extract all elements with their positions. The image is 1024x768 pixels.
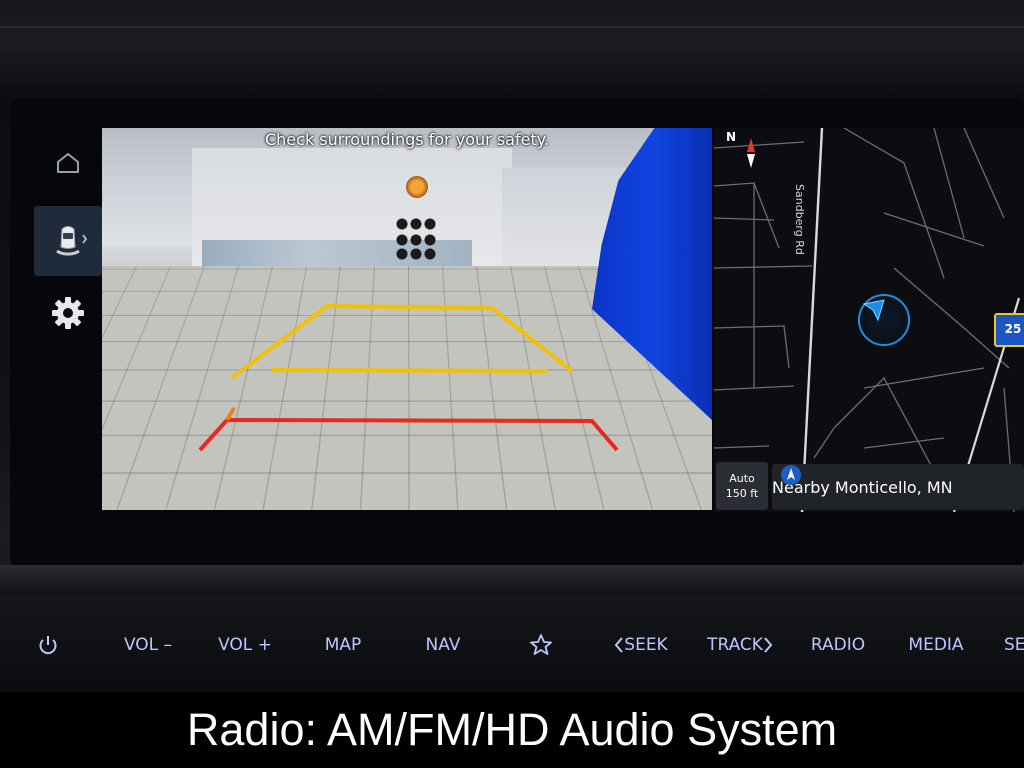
side-rail bbox=[34, 128, 102, 508]
track-label: TRACK bbox=[707, 635, 763, 655]
safety-message: Check surroundings for your safety. bbox=[102, 128, 712, 149]
parking-sensor-button[interactable] bbox=[34, 206, 102, 276]
chevron-left-icon bbox=[614, 636, 624, 654]
scale-value: 150 ft bbox=[716, 486, 768, 501]
nav-button[interactable]: NAV bbox=[422, 620, 464, 670]
bezel-gloss bbox=[0, 565, 1024, 595]
seek-label: SEEK bbox=[624, 635, 667, 655]
navigation-map[interactable]: N Sandberg Rd 25 Auto 150 ft Nearby Mont… bbox=[714, 128, 1024, 512]
favorite-button[interactable] bbox=[526, 620, 556, 670]
north-arrow-bottom bbox=[747, 154, 755, 168]
radio-button[interactable]: RADIO bbox=[808, 620, 868, 670]
navigation-arrow-icon bbox=[860, 296, 888, 324]
road-label: Sandberg Rd bbox=[793, 184, 806, 255]
north-label: N bbox=[726, 130, 736, 144]
vehicle-position-marker bbox=[858, 294, 910, 346]
media-button[interactable]: MEDIA bbox=[906, 620, 966, 670]
volume-up-button[interactable]: VOL + bbox=[216, 620, 274, 670]
parking-guidelines bbox=[102, 128, 712, 510]
scale-mode: Auto bbox=[716, 471, 768, 486]
home-icon bbox=[55, 151, 81, 175]
rear-camera-view: Check surroundings for your safety. bbox=[102, 128, 712, 510]
current-location-bar[interactable]: Nearby Monticello, MN bbox=[772, 464, 1024, 510]
power-button[interactable] bbox=[36, 620, 60, 670]
gear-icon bbox=[50, 295, 86, 331]
map-scale-button[interactable]: Auto 150 ft bbox=[716, 462, 768, 510]
caption-banner: Radio: AM/FM/HD Audio System bbox=[0, 692, 1024, 768]
guideline-mid bbox=[272, 370, 547, 371]
guideline-far bbox=[232, 306, 572, 378]
star-icon bbox=[529, 633, 553, 657]
guideline-near bbox=[200, 420, 617, 450]
highway-shield: 25 bbox=[994, 313, 1024, 347]
car-sensor-icon bbox=[46, 221, 90, 261]
map-button[interactable]: MAP bbox=[320, 620, 366, 670]
location-arrow-icon bbox=[780, 464, 802, 486]
bezel-trim bbox=[0, 26, 1024, 28]
chevron-right-icon bbox=[763, 636, 773, 654]
power-icon bbox=[37, 634, 59, 656]
seek-button[interactable]: SEEK bbox=[608, 620, 674, 670]
home-button[interactable] bbox=[34, 128, 102, 198]
track-button[interactable]: TRACK bbox=[702, 620, 778, 670]
setup-button[interactable]: SE bbox=[1004, 620, 1024, 670]
volume-down-button[interactable]: VOL – bbox=[120, 620, 176, 670]
hardware-button-row: VOL – VOL + MAP NAV SEEK TRACK RADIO MED… bbox=[0, 620, 1024, 670]
settings-button[interactable] bbox=[34, 278, 102, 348]
